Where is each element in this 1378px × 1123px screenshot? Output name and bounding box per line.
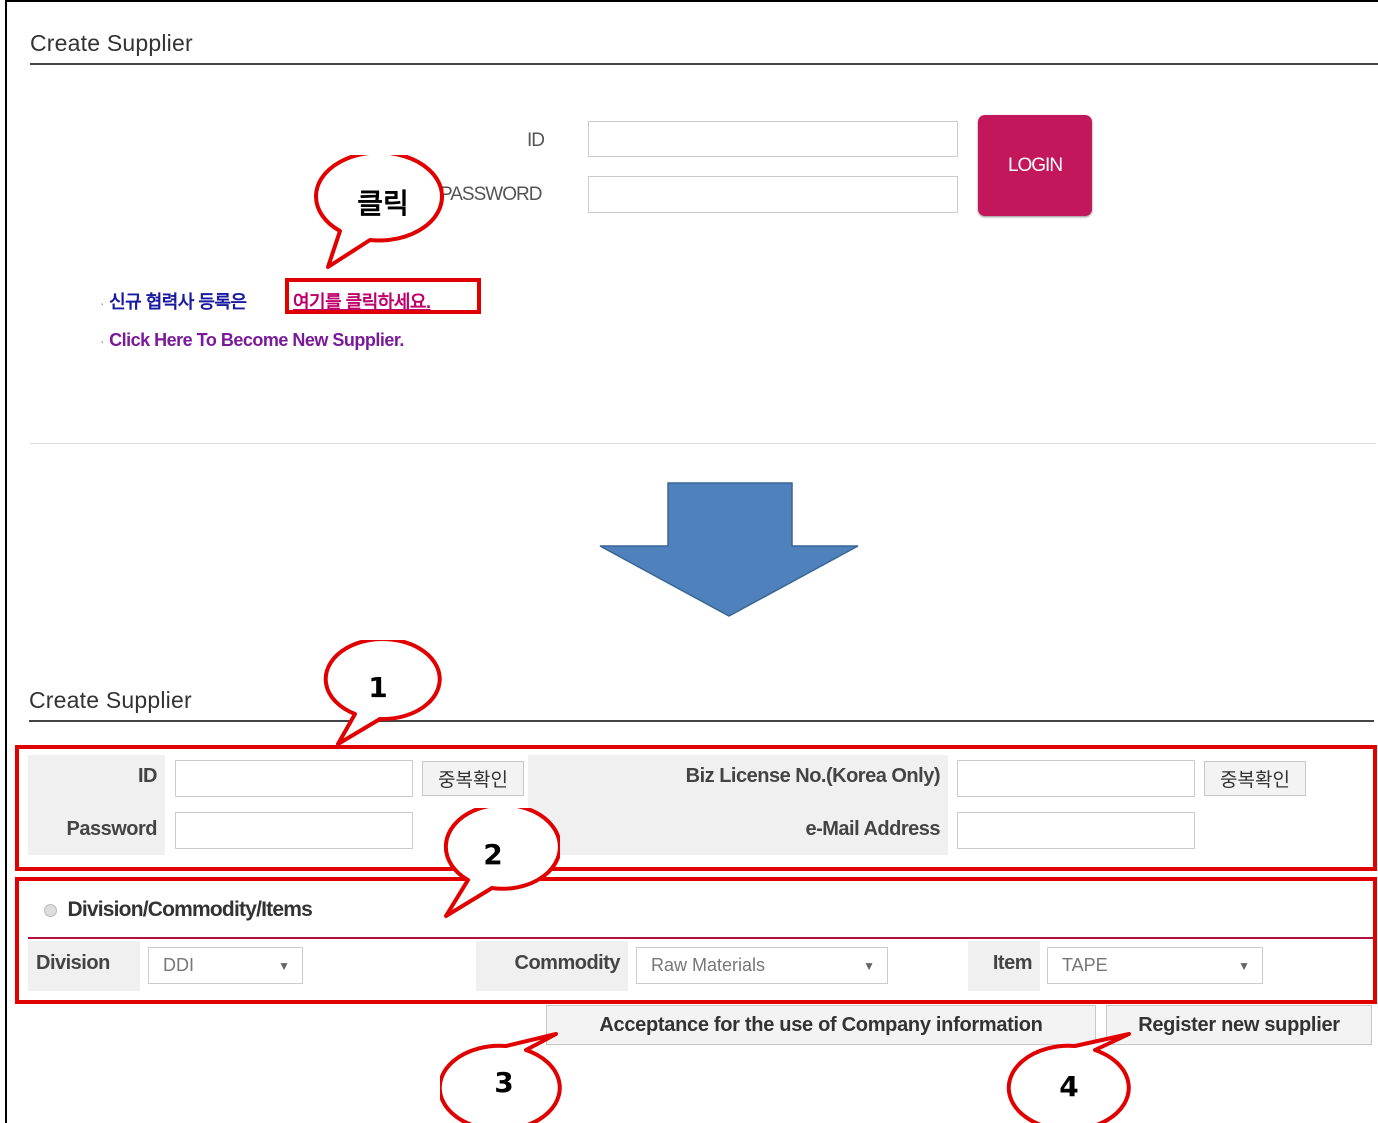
login-password-input[interactable] bbox=[588, 176, 958, 213]
callout-2: 2 bbox=[443, 808, 560, 918]
callout-1: 1 bbox=[323, 640, 442, 746]
new-supplier-link-kr-row: · 신규 협력사 등록은 bbox=[100, 288, 247, 314]
callout-4: 4 bbox=[1006, 1032, 1131, 1123]
register-new-supplier-button[interactable]: Register new supplier bbox=[1106, 1005, 1372, 1045]
new-supplier-text-kr: 신규 협력사 등록은 bbox=[109, 292, 247, 312]
page-title-bottom: Create Supplier bbox=[29, 687, 192, 713]
callout-3: 3 bbox=[440, 1032, 562, 1123]
highlight-box-2 bbox=[15, 877, 1377, 1004]
callout-click: 클릭 bbox=[314, 155, 444, 269]
new-supplier-link-en-row[interactable]: · Click Here To Become New Supplier. bbox=[100, 330, 404, 351]
login-id-input[interactable] bbox=[588, 121, 958, 157]
highlight-box-1 bbox=[15, 745, 1377, 871]
new-supplier-link-en[interactable]: Click Here To Become New Supplier. bbox=[109, 330, 404, 350]
title-divider-top bbox=[30, 63, 1378, 65]
down-arrow-icon bbox=[599, 482, 859, 617]
svg-text:1: 1 bbox=[368, 671, 387, 704]
highlight-box-click bbox=[285, 278, 481, 314]
bullet-dot-icon: · bbox=[100, 295, 105, 311]
svg-text:3: 3 bbox=[494, 1066, 513, 1099]
bullet-dot-icon: · bbox=[100, 333, 105, 349]
svg-text:2: 2 bbox=[483, 838, 502, 871]
section-separator bbox=[30, 443, 1376, 444]
title-divider-bottom bbox=[29, 720, 1374, 722]
page-title-top: Create Supplier bbox=[30, 30, 193, 56]
login-button[interactable]: LOGIN bbox=[978, 115, 1092, 216]
svg-text:4: 4 bbox=[1059, 1070, 1078, 1103]
login-id-label: ID bbox=[527, 130, 545, 151]
svg-text:클릭: 클릭 bbox=[357, 187, 409, 220]
